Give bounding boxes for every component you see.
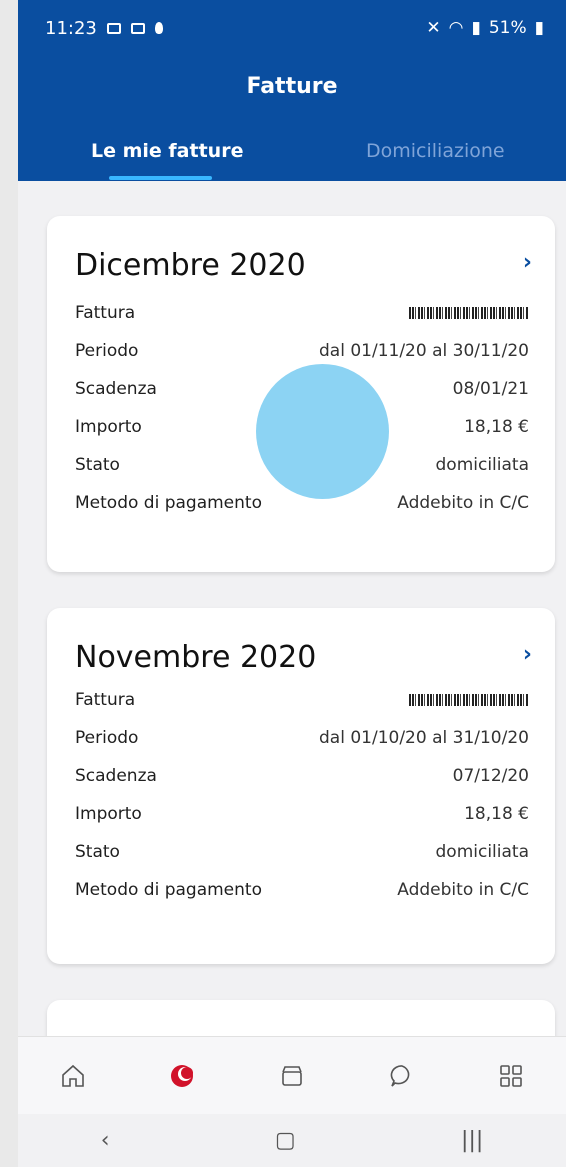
app-header: 11:23 ✕ ◠ ▮ 51% ▮ Fatture Le mie fatture…: [18, 0, 566, 181]
back-icon[interactable]: ‹: [101, 1128, 110, 1153]
row-label: Periodo: [75, 728, 139, 748]
row-value: dal 01/10/20 al 31/10/20: [319, 728, 529, 748]
invoice-row: Periodo dal 01/10/20 al 31/10/20: [75, 725, 529, 751]
invoice-row: Periodo dal 01/11/20 al 30/11/20: [75, 338, 529, 364]
app-screen: 11:23 ✕ ◠ ▮ 51% ▮ Fatture Le mie fatture…: [18, 0, 566, 1167]
bottom-navigation: [18, 1036, 566, 1115]
battery-icon: ▮: [534, 18, 544, 38]
invoice-card[interactable]: Novembre 2020 › Fattura Periodo dal 01/1…: [47, 608, 555, 964]
invoice-row: Scadenza 07/12/20: [75, 763, 529, 789]
row-label: Scadenza: [75, 379, 157, 399]
active-tab-indicator: [109, 176, 212, 180]
invoice-row: Stato domiciliata: [75, 839, 529, 865]
invoice-row: Fattura: [75, 300, 529, 326]
row-value: domiciliata: [435, 455, 530, 475]
gallery-icon: [130, 22, 145, 34]
shop-icon[interactable]: [278, 1062, 306, 1090]
brand-icon[interactable]: [168, 1062, 196, 1090]
row-value: Addebito in C/C: [397, 493, 529, 513]
row-value: dal 01/11/20 al 30/11/20: [319, 341, 529, 361]
home-icon[interactable]: [59, 1062, 87, 1090]
status-bar: 11:23 ✕ ◠ ▮ 51% ▮: [18, 0, 566, 56]
redacted-invoice-number: [409, 307, 529, 319]
wifi-icon: ◠: [448, 18, 464, 38]
row-label: Importo: [75, 804, 142, 824]
system-navigation: ‹ ▢ |||: [18, 1114, 566, 1167]
row-label: Fattura: [75, 690, 136, 710]
row-value: 07/12/20: [452, 766, 529, 786]
row-value: domiciliata: [435, 842, 530, 862]
signal-icon: ▮: [471, 18, 481, 38]
mute-icon: ✕: [426, 18, 441, 38]
row-label: Fattura: [75, 303, 136, 323]
redacted-invoice-number: [409, 694, 529, 706]
chevron-right-icon[interactable]: ›: [523, 250, 532, 275]
row-label: Importo: [75, 417, 142, 437]
row-label: Stato: [75, 842, 120, 862]
row-value: Addebito in C/C: [397, 880, 529, 900]
touch-indicator: [256, 364, 389, 499]
row-label: Scadenza: [75, 766, 157, 786]
tab-my-invoices[interactable]: Le mie fatture: [91, 140, 243, 162]
invoice-month: Dicembre 2020: [75, 248, 306, 283]
gallery-icon: [106, 22, 121, 34]
battery-level: 51%: [488, 18, 527, 38]
home-circle-icon[interactable]: ▢: [275, 1128, 296, 1153]
row-label: Stato: [75, 455, 120, 475]
row-value: 18,18 €: [464, 417, 529, 437]
page-title: Fatture: [246, 74, 338, 99]
row-value: 18,18 €: [464, 804, 529, 824]
row-label: Periodo: [75, 341, 139, 361]
status-time: 11:23: [45, 17, 97, 39]
invoice-row: Importo 18,18 €: [75, 801, 529, 827]
invoice-month: Novembre 2020: [75, 640, 317, 675]
recents-icon[interactable]: |||: [461, 1128, 483, 1153]
row-label: Metodo di pagamento: [75, 493, 262, 513]
apps-icon[interactable]: [497, 1062, 525, 1090]
invoice-row: Fattura: [75, 687, 529, 713]
bulb-icon: [154, 22, 163, 34]
invoice-row: Metodo di pagamento Addebito in C/C: [75, 877, 529, 903]
tab-direct-debit[interactable]: Domiciliazione: [366, 140, 505, 162]
chevron-right-icon[interactable]: ›: [523, 642, 532, 667]
chat-icon[interactable]: [388, 1062, 416, 1090]
row-value: 08/01/21: [452, 379, 529, 399]
row-label: Metodo di pagamento: [75, 880, 262, 900]
